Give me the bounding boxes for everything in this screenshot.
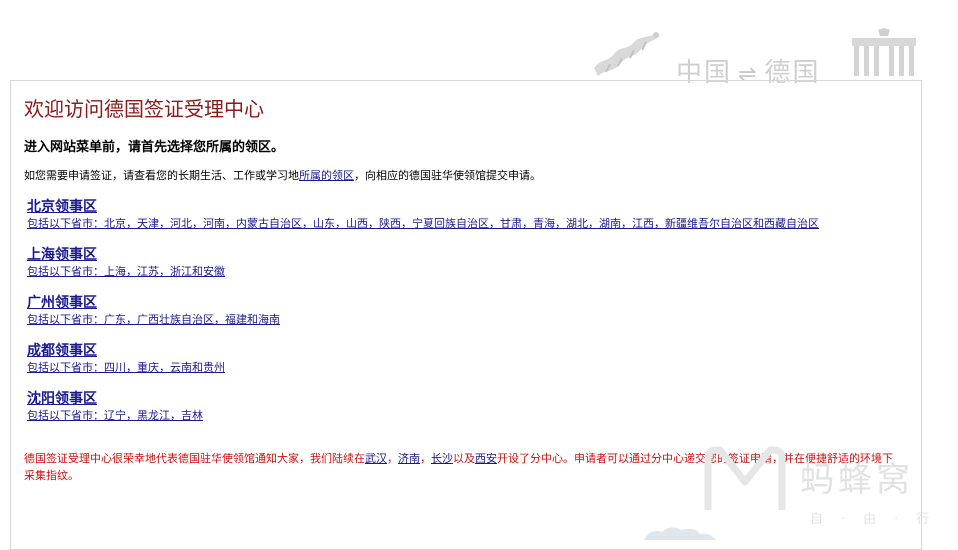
page-subtitle: 进入网站菜单前，请首先选择您所属的领区。 <box>24 140 285 155</box>
consulate-name-link[interactable]: 北京领事区 <box>27 198 819 216</box>
consulate-provinces-link[interactable]: 包括以下省市：上海，江苏，浙江和安徽 <box>27 265 225 279</box>
intro-before: 如您需要申请签证，请查看您的长期生活、工作或学习地 <box>24 169 299 182</box>
consulate-shanghai[interactable]: 上海领事区 包括以下省市：上海，江苏，浙江和安徽 <box>27 246 225 279</box>
notice-separator: 以及 <box>453 452 475 465</box>
consulate-name-link[interactable]: 广州领事区 <box>27 294 280 312</box>
city-link-wuhan[interactable]: 武汉 <box>365 452 387 465</box>
consulate-guangzhou[interactable]: 广州领事区 包括以下省市：广东，广西壮族自治区，福建和海南 <box>27 294 280 327</box>
intro-after: ，向相应的德国驻华使领馆提交申请。 <box>354 169 541 182</box>
consulate-beijing[interactable]: 北京领事区 包括以下省市：北京，天津，河北，河南，内蒙古自治区，山东，山西，陕西… <box>27 198 819 231</box>
brandenburg-gate-icon <box>852 28 916 76</box>
consular-district-link[interactable]: 所属的领区 <box>299 169 354 182</box>
watermark-subtext: 自·由·行 <box>810 512 948 527</box>
consulate-provinces-link[interactable]: 包括以下省市：辽宁，黑龙江，吉林 <box>27 409 203 423</box>
mafengwo-logo-icon <box>704 446 786 510</box>
notice-separator: ， <box>387 452 398 465</box>
city-link-xian[interactable]: 西安 <box>475 452 497 465</box>
consulate-name-link[interactable]: 上海领事区 <box>27 246 225 264</box>
notice-separator: ， <box>420 452 431 465</box>
consulate-name-link[interactable]: 沈阳领事区 <box>27 390 203 408</box>
consulate-name-link[interactable]: 成都领事区 <box>27 342 225 360</box>
header-banner: 中国 ⇌ 德国 <box>0 0 958 88</box>
page-title: 欢迎访问德国签证受理中心 <box>24 97 264 121</box>
city-link-changsha[interactable]: 长沙 <box>431 452 453 465</box>
consulate-provinces-link[interactable]: 包括以下省市：北京，天津，河北，河南，内蒙古自治区，山东，山西，陕西，宁夏回族自… <box>27 217 819 231</box>
city-link-jinan[interactable]: 济南 <box>398 452 420 465</box>
watermark-text: 蚂蜂窝 <box>800 460 914 500</box>
consulate-shenyang[interactable]: 沈阳领事区 包括以下省市：辽宁，黑龙江，吉林 <box>27 390 203 423</box>
consulate-chengdu[interactable]: 成都领事区 包括以下省市：四川，重庆，云南和贵州 <box>27 342 225 375</box>
great-wall-dragon-icon <box>594 32 660 76</box>
consulate-provinces-link[interactable]: 包括以下省市：四川，重庆，云南和贵州 <box>27 361 225 375</box>
cloud-decoration-icon <box>644 527 716 540</box>
consulate-provinces-link[interactable]: 包括以下省市：广东，广西壮族自治区，福建和海南 <box>27 313 280 327</box>
notice-text-start: 德国签证受理中心很荣幸地代表德国驻华使领馆通知大家，我们陆续在 <box>24 452 365 465</box>
intro-text: 如您需要申请签证，请查看您的长期生活、工作或学习地所属的领区，向相应的德国驻华使… <box>24 167 541 183</box>
